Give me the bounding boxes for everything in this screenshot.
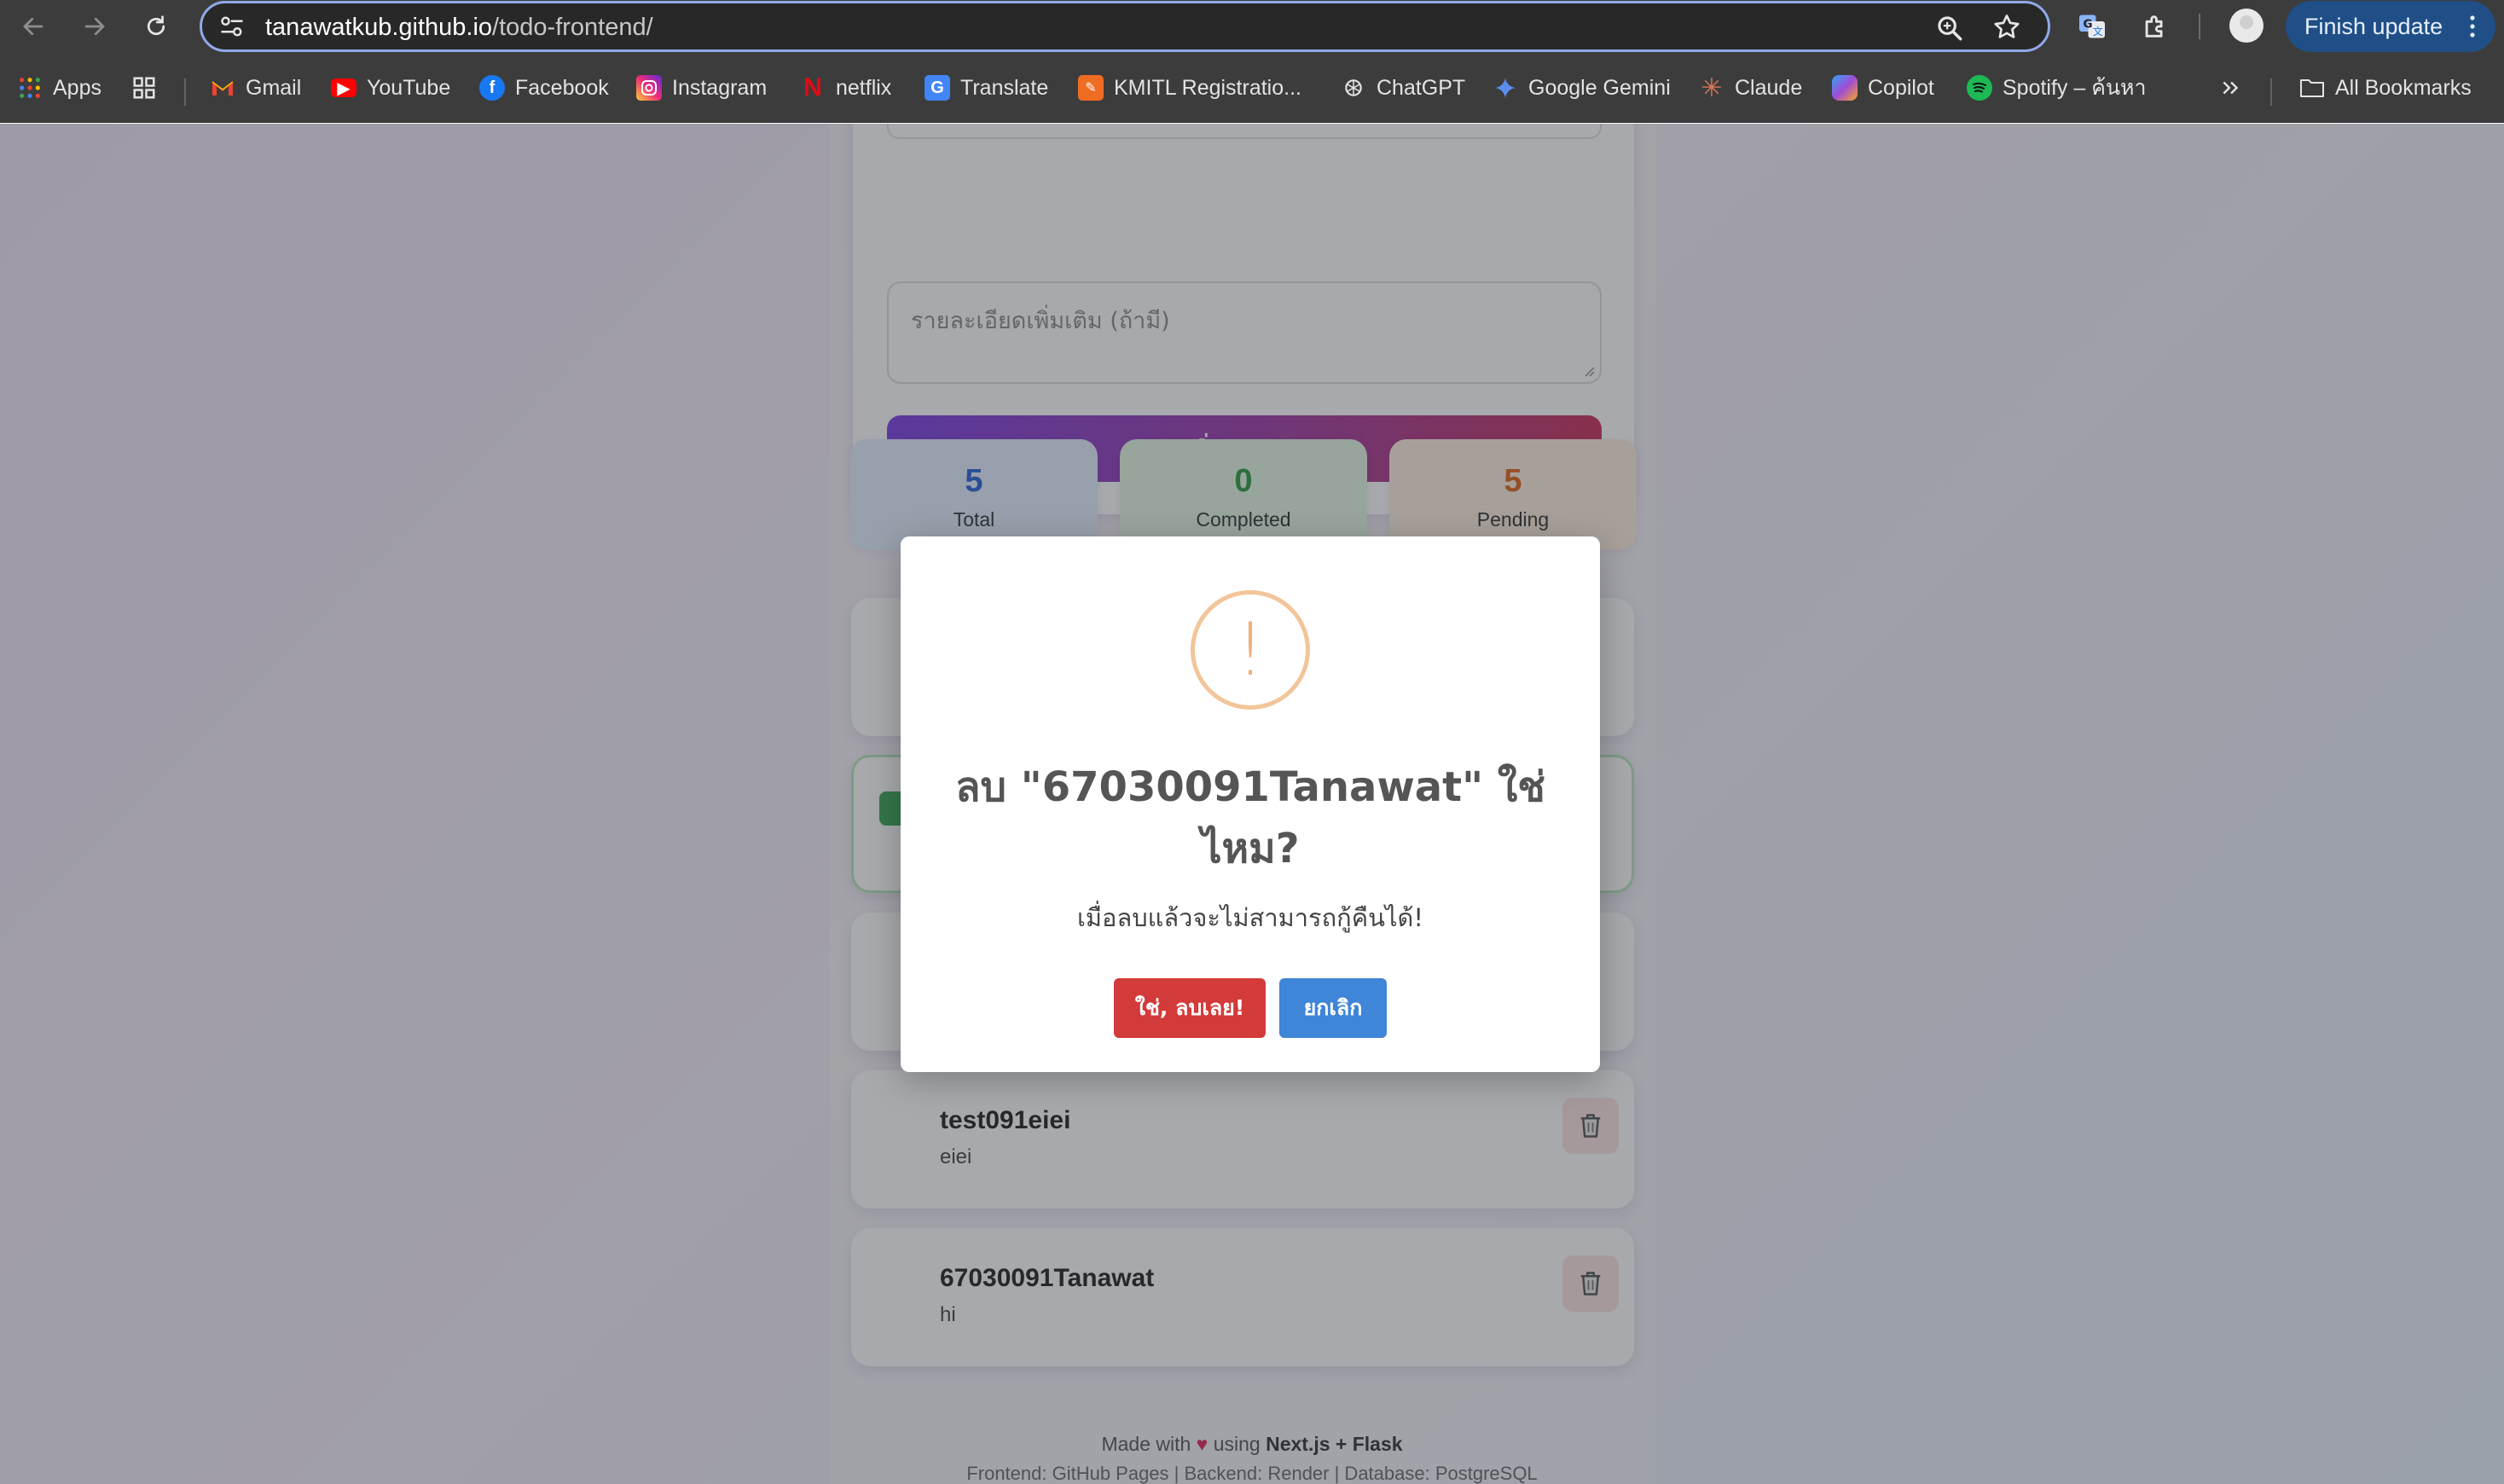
extensions-puzzle-icon[interactable] — [2137, 9, 2173, 44]
url-host: tanawatkub.github.io — [265, 14, 493, 41]
bookmark-youtube[interactable]: ▶ YouTube — [331, 71, 450, 105]
browser-toolbar: tanawatkub.github.io/todo-frontend/ G文 F… — [0, 0, 2504, 53]
bookmarks-divider — [2270, 78, 2272, 106]
apps-grid-icon — [17, 75, 43, 101]
google-translate-icon[interactable]: G文 — [2074, 9, 2110, 44]
bookmark-facebook[interactable]: f Facebook — [479, 71, 609, 105]
warning-symbol: ! — [1235, 607, 1266, 693]
instagram-icon — [636, 75, 662, 101]
address-bar[interactable]: tanawatkub.github.io/todo-frontend/ — [200, 1, 2050, 52]
copilot-icon — [1832, 75, 1858, 101]
cancel-label: ยกเลิก — [1303, 995, 1363, 1020]
bookmarks-bar: Apps Gmail ▶ YouTube f Facebook Instagra… — [0, 53, 2504, 123]
site-settings-icon[interactable] — [219, 14, 245, 38]
bookmark-label: Copilot — [1868, 75, 1934, 100]
bookmark-label: YouTube — [367, 75, 451, 100]
url-text[interactable]: tanawatkub.github.io/todo-frontend/ — [265, 14, 653, 42]
back-arrow-icon[interactable] — [14, 7, 53, 46]
bookmark-label: Claude — [1735, 75, 1803, 100]
dialog-title: ลบ "67030091Tanawat" ใช่ไหม? — [955, 763, 1545, 872]
bookmark-claude[interactable]: ✳ Claude — [1699, 71, 1802, 105]
youtube-icon: ▶ — [331, 78, 356, 98]
bookmark-netflix[interactable]: N netflix — [800, 71, 891, 105]
more-bookmarks-chevron-icon[interactable] — [2219, 71, 2241, 105]
delete-confirm-dialog: ! ลบ "67030091Tanawat" ใช่ไหม? เมื่อลบแล… — [901, 536, 1600, 1072]
bookmark-label: KMITL Registratio... — [1114, 75, 1301, 100]
reload-icon[interactable] — [136, 7, 176, 46]
warning-icon: ! — [1191, 590, 1310, 710]
folder-icon — [2299, 75, 2325, 101]
url-path: /todo-frontend/ — [492, 14, 653, 41]
confirm-delete-button[interactable]: ใช่, ลบเลย! — [1114, 978, 1266, 1038]
finish-update-label: Finish update — [2304, 13, 2443, 39]
finish-update-button[interactable]: Finish update — [2286, 1, 2495, 52]
netflix-icon: N — [803, 73, 822, 101]
bookmark-label: Translate — [960, 75, 1049, 100]
bookmark-label: Gmail — [246, 75, 302, 100]
toolbar-divider — [2199, 14, 2200, 39]
claude-icon: ✳ — [1701, 73, 1723, 102]
svg-text:文: 文 — [2093, 25, 2103, 38]
forward-arrow-icon[interactable] — [75, 7, 114, 46]
bookmark-copilot[interactable]: Copilot — [1832, 71, 1934, 105]
bookmark-gmail[interactable]: Gmail — [210, 71, 301, 105]
bookmark-label: ChatGPT — [1377, 75, 1466, 100]
svg-text:G: G — [2084, 18, 2093, 32]
all-bookmarks-label: All Bookmarks — [2335, 75, 2472, 100]
bookmark-label: Spotify – ค้นหา — [2003, 76, 2147, 100]
bookmarks-divider — [184, 78, 186, 106]
bookmark-apps[interactable]: Apps — [17, 71, 101, 105]
tab-groups-icon[interactable] — [131, 71, 157, 105]
facebook-icon: f — [479, 75, 505, 101]
kebab-menu-icon[interactable] — [2470, 14, 2475, 38]
bookmark-translate[interactable]: G Translate — [925, 71, 1048, 105]
gemini-icon — [1493, 75, 1518, 101]
gmail-icon — [210, 75, 235, 101]
profile-avatar[interactable] — [2229, 9, 2263, 43]
chatgpt-icon — [1341, 75, 1366, 101]
translate-icon: G — [925, 75, 950, 101]
bookmark-kmitl[interactable]: ✎ KMITL Registratio... — [1078, 71, 1301, 105]
bookmark-label: Facebook — [515, 75, 609, 100]
confirm-delete-label: ใช่, ลบเลย! — [1134, 995, 1245, 1020]
bookmark-star-icon[interactable] — [1991, 12, 2022, 43]
bookmark-chatgpt[interactable]: ChatGPT — [1341, 71, 1465, 105]
bookmark-instagram[interactable]: Instagram — [636, 71, 767, 105]
bookmark-label: Google Gemini — [1528, 75, 1671, 100]
spotify-icon — [1967, 75, 1992, 101]
bookmark-label: Apps — [53, 75, 101, 100]
zoom-icon[interactable] — [1935, 14, 1964, 43]
bookmark-gemini[interactable]: Google Gemini — [1493, 71, 1671, 105]
kmitl-icon: ✎ — [1078, 75, 1104, 101]
cancel-button[interactable]: ยกเลิก — [1279, 978, 1387, 1038]
dialog-message: เมื่อลบแล้วจะไม่สามารถกู้คืนได้! — [1077, 903, 1423, 932]
bookmark-spotify[interactable]: Spotify – ค้นหา — [1967, 71, 2147, 105]
bookmark-label: netflix — [836, 75, 892, 100]
all-bookmarks-button[interactable]: All Bookmarks — [2299, 71, 2472, 105]
bookmark-label: Instagram — [672, 75, 768, 100]
